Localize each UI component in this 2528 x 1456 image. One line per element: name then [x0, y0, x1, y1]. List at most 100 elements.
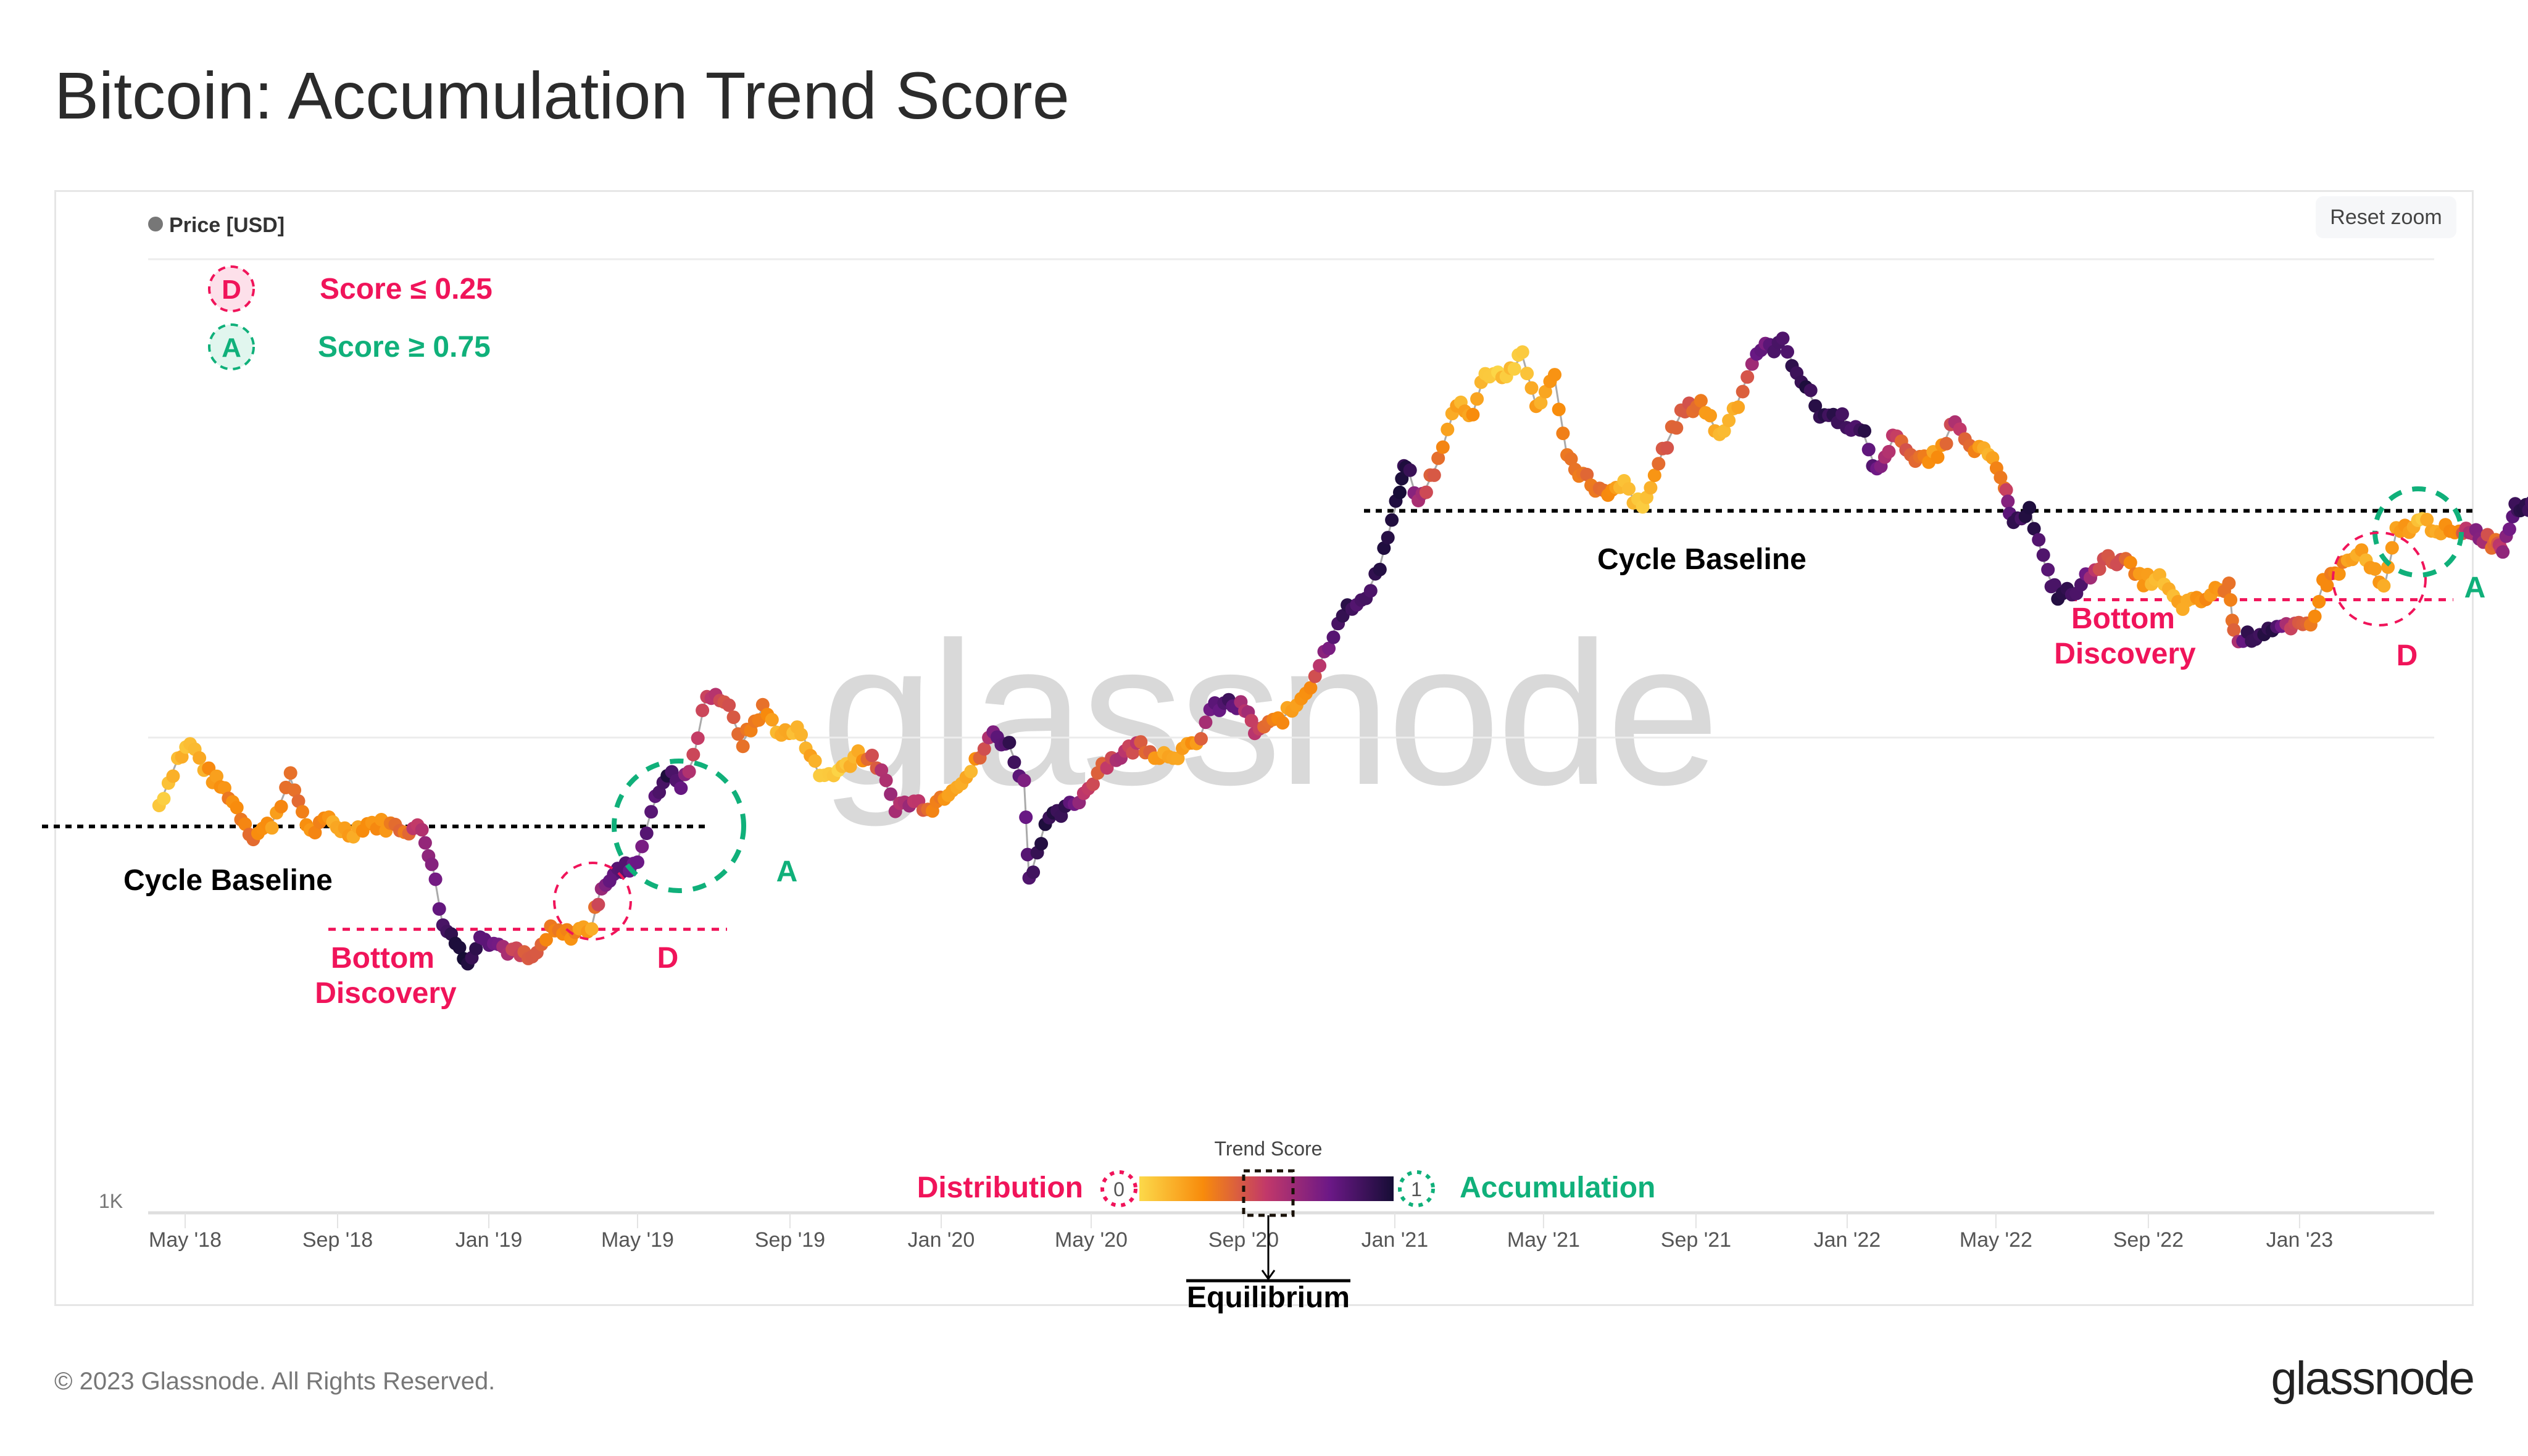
equilibrium-label: Equilibrium	[1187, 1281, 1350, 1314]
x-tick-label: May '19	[601, 1228, 674, 1252]
key-accumulation: A Score ≥ 0.75	[208, 323, 491, 370]
price-point	[1703, 409, 1717, 423]
price-point	[1427, 468, 1441, 482]
price-point	[2377, 579, 2391, 593]
x-axis-ticks: May '18 Sep '18 Jan '19 May '19 Sep '19 Jan '…	[149, 1213, 2333, 1252]
chart-svg[interactable]: glassnode Price [USD] D Score ≤ 0.25 A S…	[0, 0, 2528, 1456]
cycle-baseline-label-2022: Cycle Baseline	[1597, 543, 1807, 576]
price-point	[1999, 483, 2013, 497]
price-point	[1524, 381, 1539, 395]
d-label-2023: D	[2397, 639, 2418, 672]
price-point	[1803, 383, 1818, 397]
x-tick-label: Jan '21	[1362, 1228, 1429, 1252]
price-point	[1520, 367, 1534, 381]
a-label-2019: A	[776, 855, 798, 888]
price-point	[428, 872, 443, 886]
price-point	[808, 754, 822, 768]
cycle-baseline-label-2018: Cycle Baseline	[123, 864, 333, 897]
copyright: © 2023 Glassnode. All Rights Reserved.	[54, 1368, 496, 1395]
bottom-label-2019: Bottom	[331, 942, 434, 975]
price-point	[1381, 531, 1395, 545]
price-point	[682, 765, 696, 779]
price-point	[674, 781, 688, 795]
y-tick-1k: 1K	[99, 1190, 123, 1212]
price-point	[686, 747, 701, 762]
price-point	[1694, 394, 1708, 408]
price-point	[2496, 545, 2510, 559]
price-point	[1017, 773, 1031, 788]
price-point	[591, 897, 605, 912]
x-tick-label: May '22	[1960, 1228, 2032, 1252]
legend-label: Price [USD]	[169, 214, 285, 237]
price-point	[1858, 424, 1871, 438]
price-point	[639, 826, 654, 841]
price-point	[1548, 368, 1561, 382]
price-point	[2001, 494, 2015, 509]
price-point	[1441, 422, 1455, 436]
x-tick-label: May '21	[1507, 1228, 1580, 1252]
x-tick-label: Sep '21	[1661, 1228, 1731, 1252]
price-point	[1669, 421, 1684, 435]
price-point	[2502, 522, 2516, 536]
price-point	[696, 704, 710, 717]
glassnode-logo: glassnode	[2271, 1352, 2475, 1405]
a-key-label: Score ≥ 0.75	[318, 331, 491, 364]
price-point	[1552, 402, 1566, 417]
price-point	[1556, 426, 1570, 441]
price-point	[1507, 362, 1521, 376]
discovery-label-2022: Discovery	[2054, 638, 2196, 670]
price-point	[635, 839, 649, 854]
price-point	[1276, 716, 1290, 730]
price-point	[193, 751, 207, 765]
price-point	[1393, 485, 1407, 499]
price-point	[1007, 755, 1021, 769]
price-point	[230, 801, 244, 815]
d-key-label: Score ≤ 0.25	[320, 273, 493, 306]
price-point	[644, 805, 659, 819]
price-point	[1373, 562, 1387, 576]
price-point	[2385, 541, 2399, 555]
x-tick-label: Jan '20	[908, 1228, 975, 1252]
colorbar-max-label: 1	[1411, 1178, 1422, 1200]
price-point	[1026, 865, 1041, 880]
a-badge-letter: A	[222, 333, 241, 363]
key-distribution: D Score ≤ 0.25	[208, 265, 493, 312]
price-point	[1385, 513, 1399, 527]
price-point	[2224, 593, 2238, 607]
price-point	[265, 821, 279, 835]
legend-dot	[148, 217, 163, 231]
price-point	[1647, 468, 1661, 483]
price-point	[2320, 578, 2334, 593]
d-badge-letter: D	[222, 275, 241, 305]
price-point	[1939, 436, 1953, 451]
price-point	[425, 857, 439, 872]
price-point	[691, 731, 705, 745]
price-point	[2308, 609, 2322, 623]
x-tick-label: May '18	[149, 1228, 222, 1252]
price-point	[1644, 481, 1658, 495]
price-point	[1776, 331, 1790, 346]
price-point	[296, 805, 309, 819]
x-tick-label: Sep '18	[302, 1228, 373, 1252]
x-tick-label: Sep '22	[2113, 1228, 2184, 1252]
price-point	[157, 792, 171, 805]
colorbar-min-label: 0	[1113, 1178, 1125, 1200]
price-point	[865, 749, 879, 762]
price-point	[1199, 715, 1213, 730]
price-point	[1622, 482, 1636, 496]
price-point	[879, 773, 893, 788]
price-point	[1882, 444, 1896, 459]
a-label-2023: A	[2464, 572, 2486, 604]
price-point	[274, 799, 288, 813]
price-point	[2227, 623, 2241, 637]
price-point	[1326, 630, 1341, 644]
price-point	[1835, 407, 1849, 421]
price-point	[166, 769, 180, 783]
distribution-label: Distribution	[917, 1171, 1083, 1204]
price-point	[1515, 345, 1529, 359]
colorbar-gradient	[1139, 1176, 1394, 1201]
price-point	[1419, 485, 1433, 499]
price-point	[2036, 548, 2050, 562]
price-point	[1436, 440, 1450, 454]
price-point	[2041, 563, 2055, 576]
